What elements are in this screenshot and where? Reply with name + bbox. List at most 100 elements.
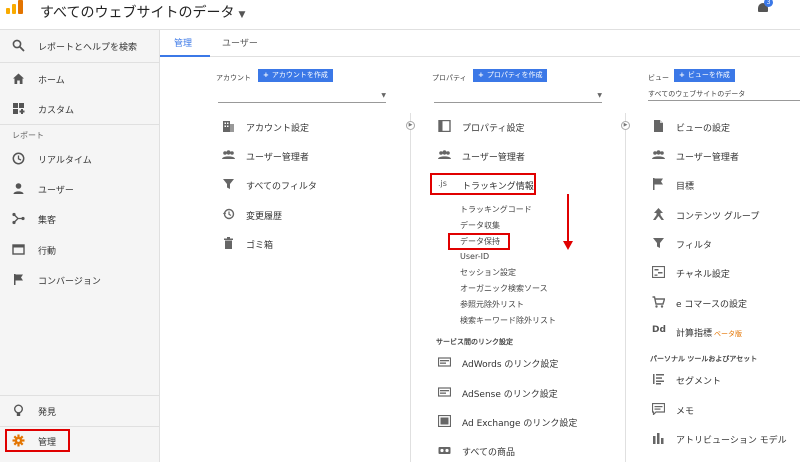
item-label: ゴミ箱 [246,241,274,251]
bell-icon[interactable]: 3 [758,0,773,14]
red-arrow-shaft [567,194,569,244]
create-property-button[interactable]: + プロパティを作成 [473,69,548,82]
sidebar-item-realtime[interactable]: リアルタイム [0,145,160,173]
search-icon [12,39,25,52]
app-title: すべてのウェブサイトのデータ [40,5,235,21]
notification-badge: 3 [764,0,773,7]
sidebar-item-acquisition[interactable]: 集客 [0,205,160,233]
link-chain-icon [438,447,451,454]
clock-icon [12,152,25,165]
sidebar-section-reports: レポート [12,131,44,140]
sidebar-item-custom[interactable]: カスタム [0,95,160,123]
sidebar-item-label: 集客 [38,216,57,226]
item-label: 目標 [676,182,695,192]
sidebar: レポートとヘルプを検索 ホーム カスタム レポート リアルタイム ユーザー 集客… [0,30,160,462]
sidebar-item-label: コンバージョン [38,277,101,287]
user-id-link[interactable]: User-ID [460,252,489,261]
sidebar-item-label: 発見 [38,408,57,418]
link-panel-icon [438,415,451,427]
people-icon [222,150,235,159]
segment-icon [653,374,664,385]
history-icon [222,208,235,220]
tracking-code-link[interactable]: トラッキングコード [460,204,532,215]
sidebar-item-user[interactable]: ユーザー [0,175,160,203]
calculated-metrics-icon: Dd [652,325,666,335]
column-divider [625,113,626,462]
sidebar-item-behavior[interactable]: 行動 [0,236,160,264]
flag-icon [14,274,23,285]
item-label: アカウント設定 [246,124,310,134]
product-linking-group-header: サービス間のリンク設定 [436,338,513,346]
session-settings-link[interactable]: セッション設定 [460,267,516,278]
home-icon [13,73,24,84]
sidebar-search[interactable]: レポートとヘルプを検索 [0,32,160,60]
dashboard-icon [13,103,25,114]
sidebar-item-label: ホーム [38,76,65,86]
person-icon [13,183,24,194]
property-icon [438,120,451,132]
personal-tools-group-header: パーソナル ツールおよびアセット [650,355,758,363]
item-label: 変更履歴 [246,212,283,222]
divider [0,124,160,125]
people-icon [652,150,665,159]
create-account-button[interactable]: + アカウントを作成 [258,69,333,82]
data-collection-link[interactable]: データ収集 [460,220,500,231]
chevron-right-icon: ▶ [406,121,415,130]
divider [0,62,160,63]
people-icon [438,150,451,159]
account-selector-dropdown[interactable]: ▼ [218,89,386,103]
view-selector-dropdown[interactable]: すべてのウェブサイトのデータ [648,87,800,101]
item-label: セグメント [676,377,722,387]
create-account-label: アカウントを作成 [271,71,328,79]
property-column-header: プロパティ [432,74,467,82]
tab-admin[interactable]: 管理 [174,36,192,49]
sidebar-item-home[interactable]: ホーム [0,65,160,93]
trash-icon [224,237,233,249]
account-selector[interactable]: すべてのウェブサイトのデータ ▼ [40,2,245,22]
plus-icon: + [679,71,685,79]
tab-user[interactable]: ユーザー [222,36,258,49]
account-column-header: アカウント [216,74,251,82]
search-term-exclusion-list-link[interactable]: 検索キーワード除外リスト [460,315,556,326]
beta-badge: ベータ版 [714,330,743,338]
link-panel-icon [438,387,451,397]
comment-icon [652,403,665,415]
item-label: すべてのフィルタ [246,182,317,192]
property-selector-dropdown[interactable]: ▼ [434,89,602,103]
analytics-logo-icon[interactable] [6,0,24,14]
highlight-box [430,173,536,195]
sidebar-item-discover[interactable]: 発見 [0,397,160,425]
filter-icon [653,238,664,248]
item-label: すべての商品 [462,448,516,458]
create-property-label: プロパティを作成 [486,71,543,79]
item-label: チャネル設定 [676,270,730,280]
item-label: ユーザー管理者 [676,153,739,163]
shopping-cart-icon [652,296,665,308]
link-panel-icon [438,357,451,367]
item-label: e コマースの設定 [676,300,747,310]
lightbulb-icon [14,404,23,416]
arrow-down-icon [563,241,573,250]
item-label: コンテンツ グループ [676,212,760,222]
item-label: AdWords のリンク設定 [462,360,559,370]
chevron-right-icon: ▶ [621,121,630,130]
plus-icon: + [263,71,269,79]
organic-search-sources-link[interactable]: オーガニック検索ソース [460,283,548,294]
sidebar-item-label: カスタム [38,106,75,116]
channel-icon [652,266,665,278]
sidebar-item-conversion[interactable]: コンバージョン [0,266,160,294]
sidebar-search-label: レポートとヘルプを検索 [38,43,138,53]
item-label: Ad Exchange のリンク設定 [462,419,578,429]
divider [0,395,160,396]
acquisition-icon [12,212,25,225]
bar-chart-icon [653,433,664,444]
chevron-down-icon: ▼ [238,10,246,20]
sidebar-item-label: リアルタイム [38,156,92,166]
referral-exclusion-list-link[interactable]: 参照元除外リスト [460,299,524,310]
create-view-button[interactable]: + ビューを作成 [674,69,735,82]
browser-window-icon [12,244,25,255]
item-label: メモ [676,407,695,417]
building-icon [223,121,234,132]
chevron-down-icon: ▼ [597,92,602,99]
item-label: AdSense のリンク設定 [462,390,558,400]
